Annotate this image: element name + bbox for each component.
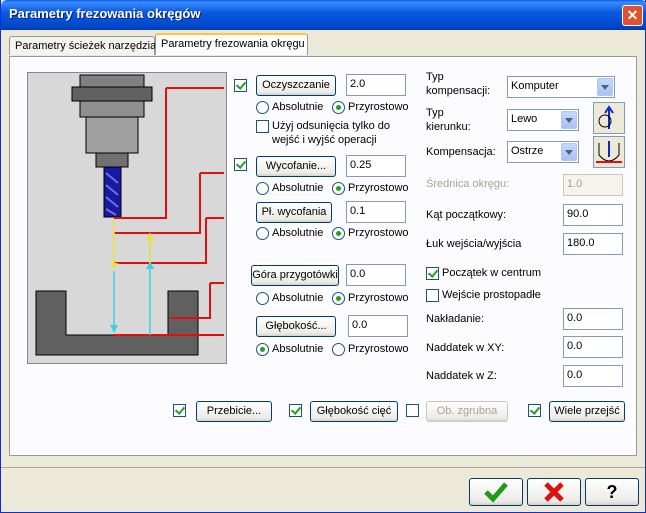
compensation-label: Kompensacja:: [426, 146, 496, 158]
window-title: Parametry frezowania okręgów: [9, 6, 201, 21]
perpendicular-entry-label: Wejście prostopadłe: [442, 289, 541, 301]
z-stock-label: Naddatek w Z:: [426, 370, 497, 382]
depth-absolute-radio[interactable]: [256, 343, 269, 356]
direction-type-select[interactable]: Lewo: [507, 109, 579, 131]
clearance-input[interactable]: 2.0: [346, 74, 406, 96]
depth-input[interactable]: 0.0: [348, 315, 408, 337]
feed-plane-incremental-label: Przyrostowo: [348, 227, 409, 239]
top-of-stock-absolute-label: Absolutnie: [272, 292, 324, 304]
entry-exit-arc-label: Łuk wejścia/wyjścia: [426, 238, 522, 250]
direction-type-value: Lewo: [511, 113, 538, 125]
compensation-type-label1: Typ: [426, 71, 444, 83]
compensation-select[interactable]: Ostrze: [507, 141, 579, 163]
close-icon: ✕: [626, 7, 639, 23]
question-icon: ?: [606, 482, 618, 502]
overlap-input[interactable]: 0.0: [563, 308, 623, 330]
circle-diameter-input: 1.0: [563, 174, 623, 196]
chevron-down-icon[interactable]: [597, 78, 613, 96]
direction-preview-icon: [593, 102, 625, 134]
clearance-absolute-radio[interactable]: [256, 101, 269, 114]
top-of-stock-incremental-label: Przyrostowo: [348, 292, 409, 304]
z-stock-input[interactable]: 0.0: [563, 365, 623, 387]
top-of-stock-input[interactable]: 0.0: [346, 264, 406, 286]
start-angle-input[interactable]: 90.0: [563, 204, 623, 226]
compensation-type-select[interactable]: Komputer: [507, 76, 615, 98]
retract-input[interactable]: 0.25: [346, 155, 406, 177]
dialog-window: Parametry frezowania okręgów ✕ Parametry…: [0, 0, 646, 513]
tab-label: Parametry frezowania okręgu: [161, 38, 305, 50]
plunge-checkbox[interactable]: [173, 404, 186, 417]
feed-plane-button[interactable]: Pł. wycofania: [256, 202, 332, 223]
compensation-type-value: Komputer: [511, 80, 559, 92]
roughing-button: Ob. zgrubna: [426, 401, 508, 422]
top-of-stock-absolute-radio[interactable]: [256, 292, 269, 305]
x-icon: [544, 482, 564, 502]
clearance-button[interactable]: Oczyszczanie: [256, 75, 336, 96]
feed-plane-absolute-radio[interactable]: [256, 227, 269, 240]
clearance-absolute-label: Absolutnie: [272, 101, 324, 113]
direction-type-label2: kierunku:: [426, 121, 471, 133]
divider: [1, 467, 645, 468]
chevron-down-icon[interactable]: [561, 143, 577, 161]
feed-plane-incremental-radio[interactable]: [332, 227, 345, 240]
clearance-checkbox[interactable]: [234, 79, 247, 92]
cancel-button[interactable]: [527, 478, 581, 506]
help-button[interactable]: ?: [585, 478, 639, 506]
depth-cuts-button[interactable]: Głębokość cięć: [310, 401, 398, 422]
top-of-stock-incremental-radio[interactable]: [332, 292, 345, 305]
checkmark-icon: [484, 482, 508, 503]
retract-absolute-label: Absolutnie: [272, 182, 324, 194]
plunge-button[interactable]: Przebicie...: [196, 401, 272, 422]
close-button[interactable]: ✕: [622, 5, 643, 26]
diagram-svg: [35, 74, 224, 356]
perpendicular-entry-checkbox[interactable]: [426, 289, 439, 302]
use-clearance-only-label1: Użyj odsunięcia tylko do: [272, 120, 391, 132]
use-clearance-only-label2: wejść i wyjść operacji: [272, 134, 377, 146]
use-clearance-only-checkbox[interactable]: [256, 120, 269, 133]
multi-passes-button[interactable]: Wiele przejść: [549, 401, 625, 422]
tab-circle-mill-params[interactable]: Parametry frezowania okręgu: [155, 33, 308, 55]
compensation-preview-icon: [593, 136, 625, 168]
depth-incremental-label: Przyrostowo: [348, 343, 409, 355]
start-at-center-label: Początek w centrum: [442, 267, 542, 279]
title-bar[interactable]: Parametry frezowania okręgów ✕: [1, 0, 646, 30]
retract-button[interactable]: Wycofanie...: [256, 156, 336, 177]
retract-incremental-label: Przyrostowo: [348, 182, 409, 194]
xy-stock-label: Naddatek w XY:: [426, 342, 505, 354]
compensation-type-label2: kompensacji:: [426, 85, 491, 97]
direction-type-label1: Typ: [426, 107, 444, 119]
multi-passes-checkbox[interactable]: [528, 404, 541, 417]
depth-cuts-checkbox[interactable]: [289, 404, 302, 417]
retract-absolute-radio[interactable]: [256, 182, 269, 195]
feed-plane-absolute-label: Absolutnie: [272, 227, 324, 239]
depth-incremental-radio[interactable]: [332, 343, 345, 356]
clearance-incremental-radio[interactable]: [332, 101, 345, 114]
ok-button[interactable]: [469, 478, 523, 506]
depth-absolute-label: Absolutnie: [272, 343, 324, 355]
overlap-label: Nakładanie:: [426, 313, 485, 325]
chevron-down-icon[interactable]: [561, 111, 577, 129]
compensation-value: Ostrze: [511, 145, 544, 157]
roughing-checkbox[interactable]: [406, 404, 419, 417]
feed-plane-input[interactable]: 0.1: [346, 201, 406, 223]
depth-button[interactable]: Głębokość...: [256, 316, 336, 337]
tab-toolpath-params[interactable]: Parametry ścieżek narzędzia: [9, 36, 157, 55]
retract-checkbox[interactable]: [234, 158, 247, 171]
tab-panel: Oczyszczanie 2.0 Absolutnie Przyrostowo …: [9, 56, 637, 456]
clearance-incremental-label: Przyrostowo: [348, 101, 409, 113]
retract-incremental-radio[interactable]: [332, 182, 345, 195]
circle-diameter-label: Średnica okręgu:: [426, 178, 510, 190]
top-of-stock-button[interactable]: Góra przygotówki: [251, 265, 339, 286]
start-at-center-checkbox[interactable]: [426, 267, 439, 280]
depth-diagram: [27, 72, 227, 364]
xy-stock-input[interactable]: 0.0: [563, 336, 623, 358]
tab-label: Parametry ścieżek narzędzia: [15, 40, 157, 52]
start-angle-label: Kąt początkowy:: [426, 209, 507, 221]
entry-exit-arc-input[interactable]: 180.0: [563, 233, 623, 255]
